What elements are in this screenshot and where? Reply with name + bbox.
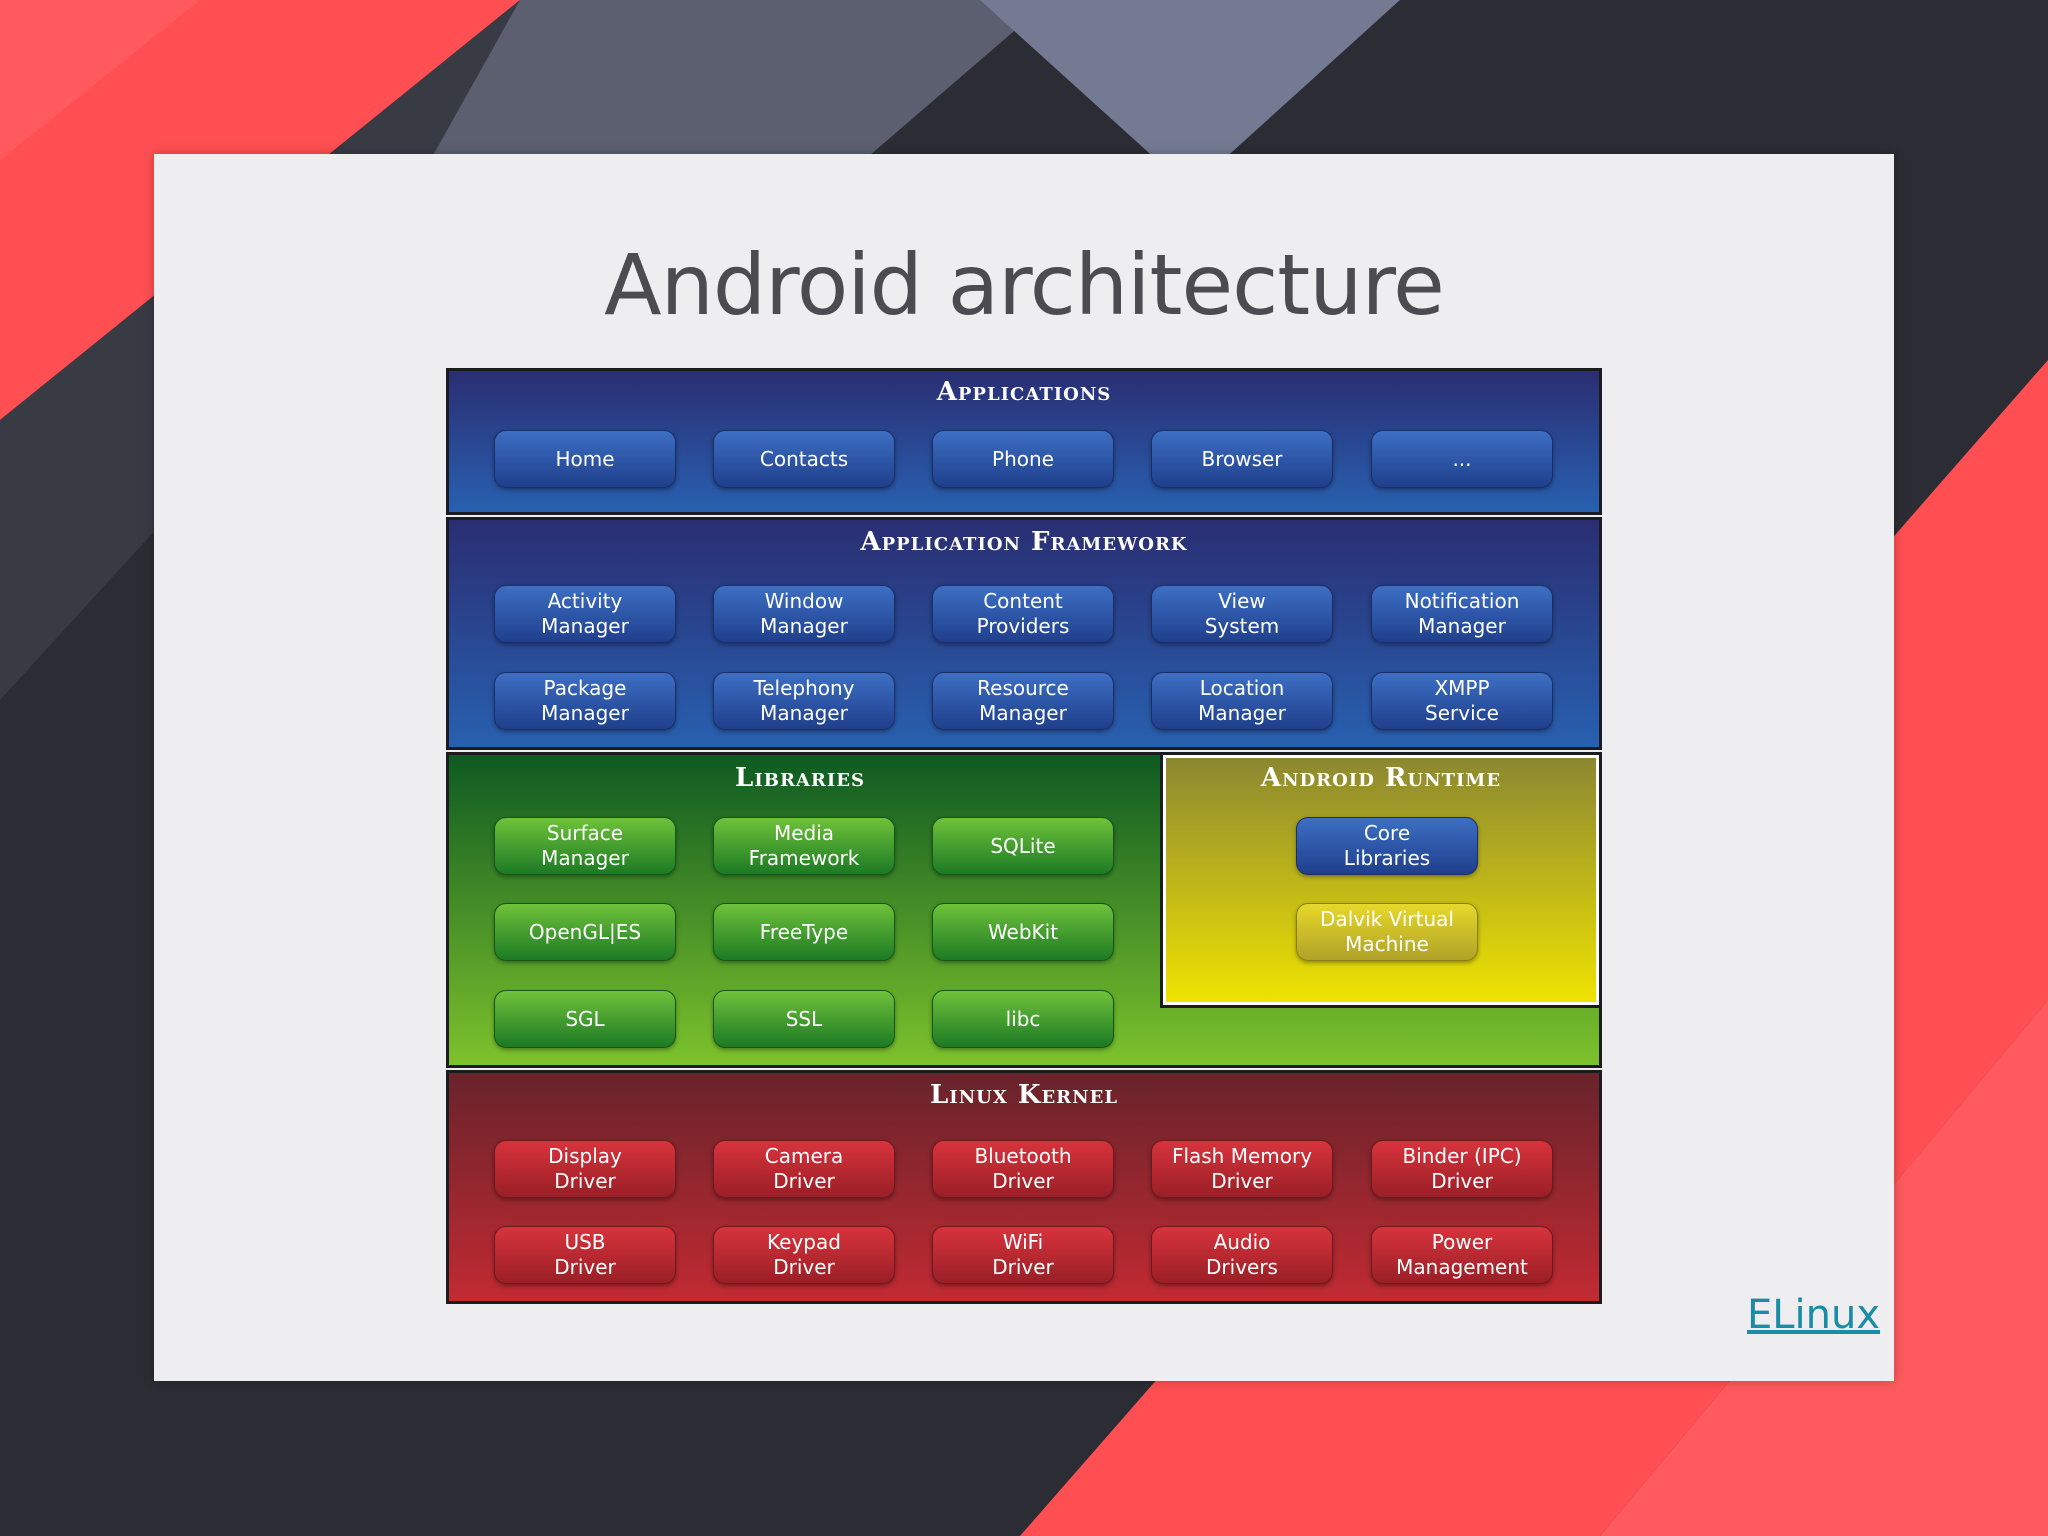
audio-drivers-button[interactable]: Audio Drivers [1151,1226,1333,1284]
telephony-manager-button[interactable]: Telephony Manager [713,672,895,730]
app-home-button[interactable]: Home [494,430,676,488]
sqlite-button[interactable]: SQLite [932,817,1114,875]
activity-manager-button[interactable]: Activity Manager [494,585,676,643]
notification-manager-button[interactable]: Notification Manager [1371,585,1553,643]
freetype-button[interactable]: FreeType [713,903,895,961]
binder-ipc-driver-button[interactable]: Binder (IPC) Driver [1371,1140,1553,1198]
app-browser-button[interactable]: Browser [1151,430,1333,488]
surface-manager-button[interactable]: Surface Manager [494,817,676,875]
power-management-button[interactable]: Power Management [1371,1226,1553,1284]
location-manager-button[interactable]: Location Manager [1151,672,1333,730]
elinux-link[interactable]: ELinux [1747,1292,1880,1338]
framework-title: Application Framework [860,527,1188,557]
runtime-layer: Android Runtime [1160,752,1602,1008]
slide-title: Android architecture [604,236,1445,334]
content-providers-button[interactable]: Content Providers [932,585,1114,643]
libc-button[interactable]: libc [932,990,1114,1048]
dalvik-vm-button[interactable]: Dalvik Virtual Machine [1296,903,1478,961]
wifi-driver-button[interactable]: WiFi Driver [932,1226,1114,1284]
core-libraries-button[interactable]: Core Libraries [1296,817,1478,875]
bluetooth-driver-button[interactable]: Bluetooth Driver [932,1140,1114,1198]
sgl-button[interactable]: SGL [494,990,676,1048]
keypad-driver-button[interactable]: Keypad Driver [713,1226,895,1284]
app-phone-button[interactable]: Phone [932,430,1114,488]
app-contacts-button[interactable]: Contacts [713,430,895,488]
webkit-button[interactable]: WebKit [932,903,1114,961]
display-driver-button[interactable]: Display Driver [494,1140,676,1198]
applications-title: Applications [936,377,1112,407]
package-manager-button[interactable]: Package Manager [494,672,676,730]
view-system-button[interactable]: View System [1151,585,1333,643]
ssl-button[interactable]: SSL [713,990,895,1048]
xmpp-service-button[interactable]: XMPP Service [1371,672,1553,730]
camera-driver-button[interactable]: Camera Driver [713,1140,895,1198]
media-framework-button[interactable]: Media Framework [713,817,895,875]
runtime-title: Android Runtime [1260,763,1502,793]
window-manager-button[interactable]: Window Manager [713,585,895,643]
app-more-button[interactable]: ... [1371,430,1553,488]
usb-driver-button[interactable]: USB Driver [494,1226,676,1284]
libraries-title: Libraries [735,763,865,793]
resource-manager-button[interactable]: Resource Manager [932,672,1114,730]
opengl-es-button[interactable]: OpenGL|ES [494,903,676,961]
flash-memory-driver-button[interactable]: Flash Memory Driver [1151,1140,1333,1198]
kernel-title: Linux Kernel [930,1080,1118,1110]
